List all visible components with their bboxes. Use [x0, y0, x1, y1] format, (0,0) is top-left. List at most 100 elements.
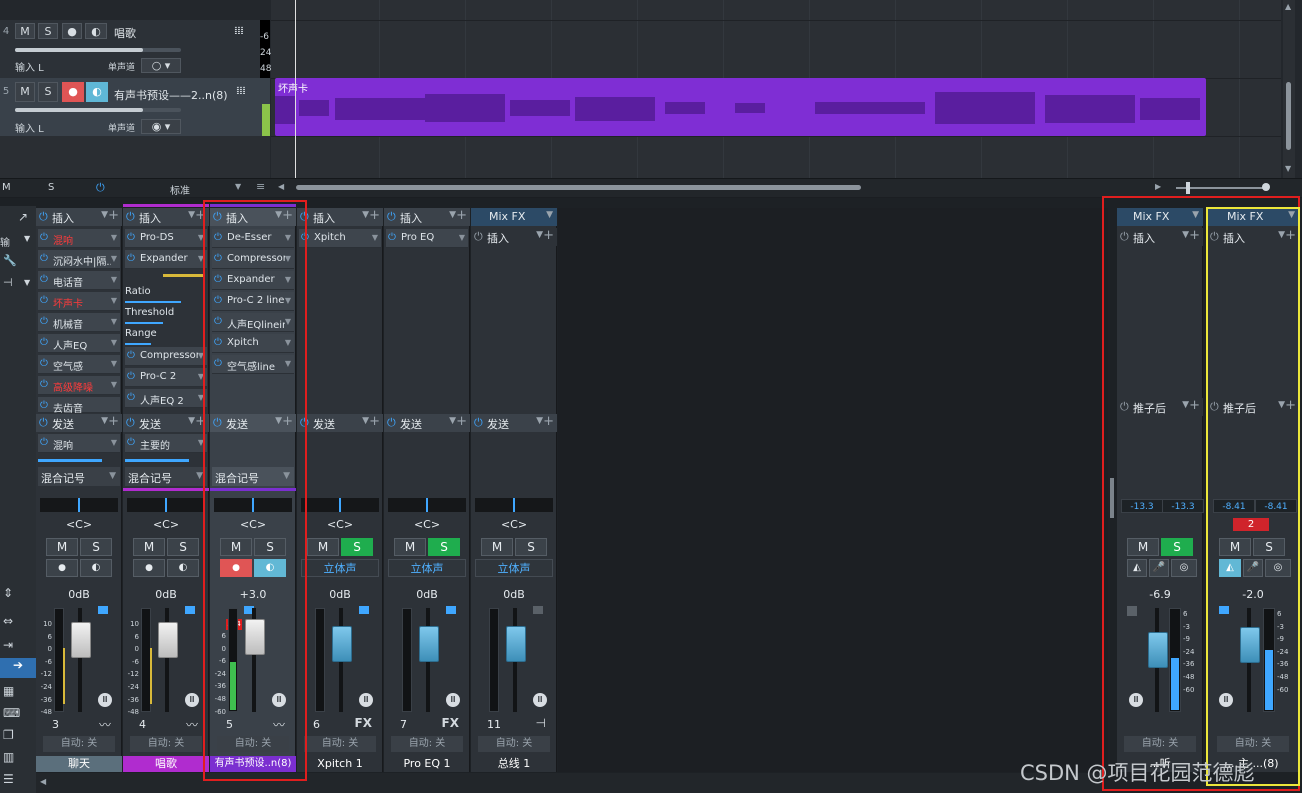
- phase-icon[interactable]: Ⅲ: [533, 693, 547, 707]
- mic-icon[interactable]: 🎤: [1149, 559, 1169, 577]
- mix-fx-header[interactable]: Mix FX ▼: [1117, 208, 1203, 226]
- track-header-5[interactable]: 5 M S ● ◐ 有声书预设——2..n(8) 𝍖 输入 L 单声道 ◉ ▾: [0, 78, 270, 137]
- insert-header[interactable]: ⏻ 插入 ▼ +: [384, 208, 470, 226]
- channel-name[interactable]: Pro EQ 1: [384, 756, 470, 772]
- channel-link-icon[interactable]: [359, 606, 369, 614]
- record-button[interactable]: ●: [62, 82, 84, 102]
- link-icon[interactable]: ◎: [1265, 559, 1291, 577]
- insert-slot[interactable]: ⏻ Compressor ▼: [125, 347, 207, 366]
- metronome-icon[interactable]: ◭: [1219, 559, 1241, 577]
- insert-header[interactable]: ⏻ 插入 ▼ +: [297, 208, 383, 226]
- phase-icon[interactable]: Ⅲ: [272, 693, 286, 707]
- channel-strip-11[interactable]: Mix FX ▼ ⏻ 插入 ▼ + ⏻ 发送 ▼ + <C> M S 立体声 0dB Ⅲ 11…: [471, 208, 557, 772]
- send-level[interactable]: [38, 459, 102, 462]
- input-selector[interactable]: 输入 L: [15, 59, 44, 74]
- chevron-down-icon[interactable]: ▼: [24, 234, 30, 243]
- insert-slot[interactable]: ⏻ 沉闷水中|隔... ▼: [38, 250, 120, 269]
- channel-name[interactable]: 有声书预设..n(8): [210, 756, 296, 772]
- volume-fader[interactable]: [245, 619, 265, 655]
- fx-strip-a[interactable]: Mix FX ▼ ⏻ 插入 ▼ + ⏻ 推子后 ▼ + -13.3 -13.3 M S ◭ 🎤…: [1117, 208, 1204, 772]
- automation-mode[interactable]: 自动: 关: [43, 736, 115, 752]
- insert-slot[interactable]: ⏻ Pro-DS ▼: [125, 229, 207, 248]
- footer-m[interactable]: M: [2, 182, 11, 193]
- solo-button[interactable]: S: [1161, 538, 1193, 556]
- link-icon[interactable]: ◎: [1171, 559, 1197, 577]
- automation-mode[interactable]: 自动: 关: [130, 736, 202, 752]
- volume-fader[interactable]: [158, 622, 178, 658]
- channel-strip-5[interactable]: ⏻ 插入 ▼ + ⏻ De-Esser ▼ ⏻ Compressor ▼ ⏻ Expander ▼…: [210, 204, 296, 772]
- send-slot[interactable]: ⏻ 混响 ▼: [38, 434, 120, 453]
- pan-knob[interactable]: [127, 498, 205, 512]
- channel-link-icon[interactable]: [1219, 606, 1229, 614]
- zoom-end[interactable]: [1262, 183, 1270, 191]
- volume-fader[interactable]: [419, 626, 439, 662]
- channel-strip-4[interactable]: ⏻ 插入 ▼ + ⏻ Pro-DS ▼ ⏻ Expander ▼ Ratio Threshol…: [123, 204, 209, 772]
- insert-header[interactable]: ⏻ 插入 ▼ +: [210, 208, 296, 226]
- mix-marker-selector[interactable]: 混合记号 ▼: [125, 467, 207, 486]
- track-name[interactable]: 有声书预设——2..n(8): [114, 87, 228, 103]
- insert-slot[interactable]: ⏻ 高级降噪 ▼: [38, 376, 120, 395]
- vertical-scrollbar[interactable]: ▲ ▼: [1283, 0, 1295, 178]
- mute-button[interactable]: M: [481, 538, 513, 556]
- channel-link-icon[interactable]: [533, 606, 543, 614]
- insert-slot[interactable]: ⏻ 空气感line ▼: [212, 355, 294, 374]
- post-fader-header[interactable]: ⏻ 推子后 ▼ +: [1207, 398, 1299, 416]
- channel-strip-3[interactable]: ⏻ 插入 ▼ + ⏻ 混响 ▼ ⏻ 沉闷水中|隔... ▼ ⏻ 电话音 ▼ ⏻ 坏声卡 ▼ ⏻ 机械音 ▼…: [36, 208, 122, 772]
- post-fader-header[interactable]: ⏻ 推子后 ▼ +: [1117, 398, 1203, 416]
- horizontal-scrollbar[interactable]: [296, 185, 861, 190]
- audio-clip[interactable]: 坏声卡: [275, 78, 1206, 136]
- channel-strip-6[interactable]: ⏻ 插入 ▼ + ⏻ Xpitch ▼ ⏻ 发送 ▼ + <C> M S 立体声 0dB Ⅲ 6…: [297, 208, 383, 772]
- preset-selector[interactable]: 标准: [170, 182, 190, 197]
- footer-s[interactable]: S: [48, 182, 54, 193]
- scroll-right-icon[interactable]: ▶: [1155, 182, 1161, 191]
- insert-slot[interactable]: ⏻ De-Esser ▼: [212, 229, 294, 248]
- arrow-left-right-icon[interactable]: ⇔: [3, 614, 13, 628]
- insert-header[interactable]: ⏻ 插入 ▼ +: [123, 208, 209, 226]
- channel-strip-7[interactable]: ⏻ 插入 ▼ + ⏻ Pro EQ ▼ ⏻ 发送 ▼ + <C> M S 立体声 0dB Ⅲ 7…: [384, 208, 470, 772]
- insert-slot[interactable]: ⏻ Expander ▼: [125, 250, 207, 269]
- stereo-mode[interactable]: 立体声: [301, 559, 379, 577]
- phase-icon[interactable]: Ⅲ: [1129, 693, 1143, 707]
- list-icon[interactable]: ☰: [3, 772, 14, 786]
- automation-mode[interactable]: 自动: 关: [478, 736, 550, 752]
- insert-slot[interactable]: ⏻ 电话音 ▼: [38, 271, 120, 290]
- volume-fader[interactable]: [332, 626, 352, 662]
- channel-mode[interactable]: 单声道: [108, 121, 135, 134]
- insert-slot[interactable]: ⏻ 空气感 ▼: [38, 355, 120, 374]
- mixer-splitter[interactable]: [1110, 478, 1114, 518]
- mute-button[interactable]: M: [220, 538, 252, 556]
- stereo-selector[interactable]: ◉ ▾: [141, 119, 181, 134]
- channel-name[interactable]: 唱歌: [123, 756, 209, 772]
- mute-button[interactable]: M: [15, 82, 35, 102]
- track-volume-slider[interactable]: [15, 108, 181, 112]
- mute-button[interactable]: M: [307, 538, 339, 556]
- solo-button[interactable]: S: [515, 538, 547, 556]
- mix-fx-header[interactable]: Mix FX ▼: [471, 208, 557, 226]
- insert-slot[interactable]: ⏻ 去齿音: [38, 397, 120, 415]
- monitor-button[interactable]: ◐: [86, 82, 108, 102]
- menu-icon[interactable]: ≡: [256, 180, 265, 193]
- solo-button[interactable]: S: [254, 538, 286, 556]
- pan-knob[interactable]: [214, 498, 292, 512]
- insert-slot[interactable]: ⏻ 坏声卡 ▼: [38, 292, 120, 311]
- track-name[interactable]: 唱歌: [114, 25, 136, 41]
- monitor-button[interactable]: ◐: [80, 559, 112, 577]
- window-icon[interactable]: ❐: [3, 728, 14, 742]
- track-volume-slider[interactable]: [15, 48, 181, 52]
- mixer-scrollbar[interactable]: ◀: [36, 773, 1102, 793]
- mute-button[interactable]: M: [15, 23, 35, 39]
- input-selector[interactable]: 输入 L: [15, 120, 44, 135]
- phase-icon[interactable]: Ⅲ: [98, 693, 112, 707]
- solo-button[interactable]: S: [80, 538, 112, 556]
- mix-marker-selector[interactable]: 混合记号 ▼: [212, 467, 294, 486]
- insert-slot[interactable]: ⏻ 混响 ▼: [38, 229, 120, 248]
- mute-button[interactable]: M: [1219, 538, 1251, 556]
- arrow-right-bar-icon[interactable]: ⇥: [3, 638, 13, 652]
- insert-slot[interactable]: ⏻ Pro EQ ▼: [386, 229, 468, 248]
- send-slot[interactable]: ⏻ 主要的 ▼: [125, 434, 207, 453]
- mute-button[interactable]: M: [46, 538, 78, 556]
- automation-mode[interactable]: 自动: 关: [1217, 736, 1289, 752]
- stereo-mode[interactable]: 立体声: [388, 559, 466, 577]
- expand-icon[interactable]: ↗: [18, 210, 28, 224]
- volume-fader[interactable]: [1240, 627, 1260, 663]
